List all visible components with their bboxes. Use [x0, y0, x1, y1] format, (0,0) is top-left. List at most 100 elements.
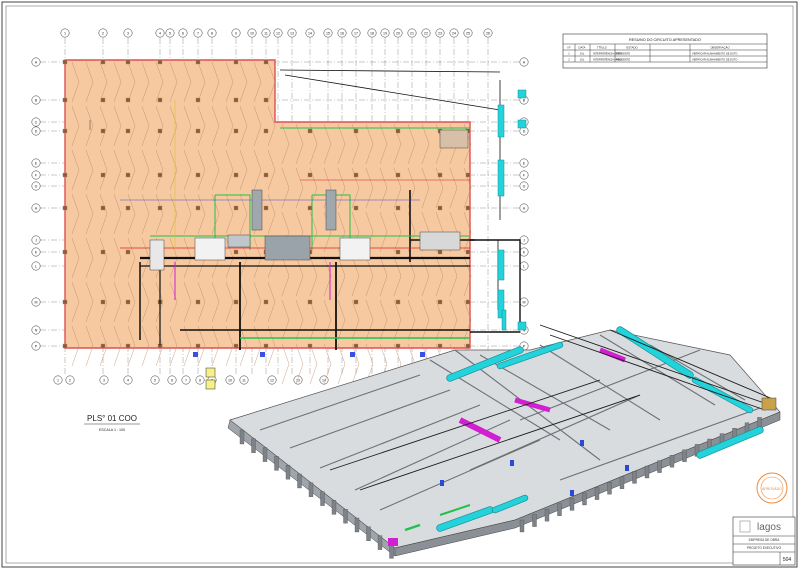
duct-segment: [517, 89, 527, 99]
duct-segment: [497, 159, 505, 197]
service-marker: [260, 352, 265, 357]
model-pillar: [669, 455, 675, 468]
structural-column: [395, 343, 401, 349]
view-title-text: PLS° 01 COO: [87, 414, 137, 423]
structural-column: [195, 59, 201, 65]
grid-bubble-label: 9: [235, 32, 237, 36]
structural-column: [100, 343, 106, 349]
structural-column: [353, 205, 359, 211]
view-scale-text: ESCALA 1 : 100: [99, 428, 125, 432]
grid-bubble-label: 7: [185, 379, 187, 383]
grid-bubble-label: 21: [410, 32, 414, 36]
grid-bubble-label: 8: [199, 379, 201, 383]
grid-bubble-label: N: [35, 329, 38, 333]
grid-bubble-label: 23: [438, 32, 442, 36]
grid-bubble-label: H: [523, 207, 526, 211]
structural-column: [62, 59, 68, 65]
grid-bubble-label: 1: [57, 379, 59, 383]
structural-column: [100, 299, 106, 305]
structural-column: [125, 343, 131, 349]
grid-bubble-label: 24: [452, 32, 456, 36]
structural-column: [437, 205, 443, 211]
structural-column: [353, 128, 359, 134]
duct-segment: [517, 321, 527, 331]
grid-bubble-label: 6: [171, 379, 173, 383]
model-blue-equipment: [580, 440, 584, 446]
title-block-row2: PROJETO EXECUTIVO: [747, 546, 782, 550]
grid-bubble-label: M: [35, 301, 38, 305]
grid-bubble-label: 1: [64, 32, 66, 36]
model-pillar: [544, 509, 550, 522]
grid-bubble-label: 2: [69, 379, 71, 383]
grid-bubble-label: 2: [102, 32, 104, 36]
table-header-cell: ESTADO: [626, 46, 638, 50]
title-block: lagos EMPRESA DE OBRA PROJETO EXECUTIVO …: [732, 516, 796, 566]
model-blue-equipment: [510, 460, 514, 466]
structural-column: [233, 59, 239, 65]
equipment-block: [194, 237, 226, 261]
structural-column: [437, 172, 443, 178]
structural-column: [100, 97, 106, 103]
structural-column: [233, 205, 239, 211]
model-pillar: [582, 492, 587, 506]
table-cell: PENDENTE: [616, 58, 630, 62]
grid-bubble-label: 5: [154, 379, 156, 383]
structural-column: [395, 249, 401, 255]
structural-column: [353, 172, 359, 178]
grid-bubble-label: 10: [228, 379, 232, 383]
grid-bubble-label: J: [523, 239, 525, 243]
equipment-block: [325, 189, 337, 231]
grid-bubble-label: 10: [250, 32, 254, 36]
grid-bubble-label: 8: [211, 32, 213, 36]
grid-bubble-label: L: [35, 265, 37, 269]
grid-bubble-label: 6: [182, 32, 184, 36]
structural-column: [62, 249, 68, 255]
structural-column: [195, 172, 201, 178]
structural-column: [62, 205, 68, 211]
structural-column: [125, 299, 131, 305]
model-blue-equipment: [440, 480, 444, 486]
service-marker: [350, 352, 355, 357]
callout-box: [205, 379, 216, 390]
structural-column: [125, 128, 131, 134]
revision-table-title: RESUMO DO CIRCUITO APRESENTADO: [629, 38, 701, 42]
structural-column: [437, 343, 443, 349]
model-pillar: [632, 471, 637, 484]
structural-column: [62, 97, 68, 103]
model-pillar: [594, 487, 600, 500]
grid-bubble-label: 15: [326, 32, 330, 36]
structural-column: [263, 97, 269, 103]
structural-column: [233, 299, 239, 305]
structural-column: [62, 128, 68, 134]
structural-column: [465, 249, 471, 255]
grid-bubble-label: C: [35, 121, 38, 125]
grid-bubble-label: 11: [264, 32, 268, 36]
table-header-cell: Nº: [567, 46, 570, 50]
duct-segment: [517, 119, 527, 129]
grid-bubble-label: 4: [127, 379, 129, 383]
model-pillar: [607, 482, 612, 495]
structural-column: [100, 205, 106, 211]
model-pillar: [297, 473, 302, 489]
structural-column: [125, 172, 131, 178]
drawing-sheet: 1 2 3 4 5 6 7 8 9 10 11 12 13 14 15 16 17 18 19 20 21 22 23 24 2…: [1, 1, 798, 568]
table-cell: VERIFICAR ALINHAMENTO DE DUTO: [692, 58, 737, 62]
equipment-block: [149, 239, 165, 271]
stamp-text: APROVADO: [762, 487, 782, 491]
model-pillar: [389, 544, 394, 559]
table-cell: VERIFICAR ALINHAMENTO DE DUTO: [692, 52, 737, 56]
equipment-block: [251, 189, 263, 231]
grid-bubble-label: 17: [354, 32, 358, 36]
structural-column: [437, 299, 443, 305]
service-marker: [420, 352, 425, 357]
structural-column: [263, 59, 269, 65]
structural-column: [100, 249, 106, 255]
grid-bubble-label: G: [35, 185, 38, 189]
structural-column: [263, 299, 269, 305]
logo-text: lagos: [757, 522, 781, 533]
structural-column: [62, 299, 68, 305]
structural-column: [437, 249, 443, 255]
grid-bubble-label: 25: [466, 32, 470, 36]
structural-column: [307, 205, 313, 211]
grid-bubble-label: 26: [486, 32, 490, 36]
